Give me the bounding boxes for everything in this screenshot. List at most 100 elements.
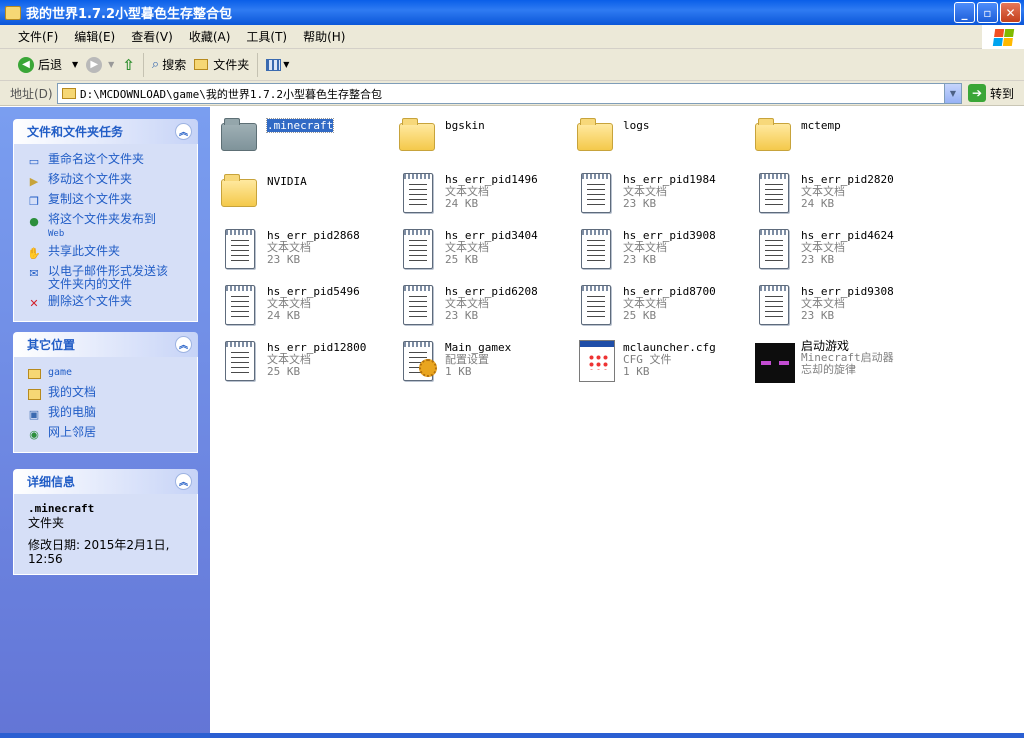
place-label: 我的电脑	[48, 405, 97, 419]
file-text: bgskin	[445, 113, 485, 132]
back-arrow-icon: ◀	[18, 56, 34, 73]
task-label-web: Web	[48, 229, 65, 239]
other-places-body: game 我的文档 ▣ 我的电脑 ◉ 网上邻居	[13, 357, 198, 453]
file-size: 25 KB	[445, 253, 479, 266]
task-rename[interactable]: ▭ 重命名这个文件夹	[26, 153, 189, 169]
file-item[interactable]: Main_gamex 配置设置 1 KB	[395, 337, 573, 393]
place-my-computer[interactable]: ▣ 我的电脑	[26, 406, 189, 422]
file-item[interactable]: 启动游戏 Minecraft启动器 忘却的旋律	[751, 337, 929, 393]
file-item[interactable]: hs_err_pid4624 文本文档 23 KB	[751, 225, 929, 281]
collapse-icon[interactable]: ︽	[175, 123, 192, 140]
file-item[interactable]: NVIDIA	[217, 169, 395, 225]
place-label: 我的文档	[48, 385, 97, 399]
place-network[interactable]: ◉ 网上邻居	[26, 426, 189, 442]
address-label: 地址(D)	[10, 86, 53, 101]
minimize-button[interactable]: _	[954, 2, 975, 23]
forward-button[interactable]: ▶ ▼	[82, 51, 118, 79]
email-icon: ✉	[29, 266, 39, 280]
window-title: 我的世界1.7.2小型暮色生存整合包	[26, 7, 233, 22]
menu-view[interactable]: 查看(V)	[123, 28, 181, 45]
file-size: 23 KB	[267, 253, 301, 266]
place-game[interactable]: game	[26, 366, 189, 382]
file-item[interactable]: hs_err_pid2868 文本文档 23 KB	[217, 225, 395, 281]
maximize-button[interactable]: ▫	[977, 2, 998, 23]
details-type: 文件夹	[28, 516, 65, 530]
file-tasks-header[interactable]: 文件和文件夹任务 ︽	[13, 119, 198, 144]
task-move[interactable]: ▶ 移动这个文件夹	[26, 173, 189, 189]
file-item[interactable]: hs_err_pid8700 文本文档 25 KB	[573, 281, 751, 337]
file-item[interactable]: hs_err_pid3908 文本文档 23 KB	[573, 225, 751, 281]
file-size: 1 KB	[623, 365, 650, 378]
folder-icon	[395, 113, 439, 161]
file-item[interactable]: hs_err_pid1984 文本文档 23 KB	[573, 169, 751, 225]
text-file-icon	[217, 281, 261, 329]
text-file-icon	[395, 281, 439, 329]
file-size: 24 KB	[445, 197, 479, 210]
file-list[interactable]: .minecraft bgskin logs mctemp NVIDIA hs_…	[210, 107, 1024, 733]
file-size: 25 KB	[267, 365, 301, 378]
file-item[interactable]: mclauncher.cfg CFG 文件 1 KB	[573, 337, 751, 393]
back-dropdown-icon[interactable]: ▼	[72, 60, 78, 69]
title-bar[interactable]: 我的世界1.7.2小型暮色生存整合包 _ ▫ ✕	[0, 0, 1024, 25]
menu-tools[interactable]: 工具(T)	[238, 28, 295, 45]
file-text: hs_err_pid2820 文本文档 24 KB	[801, 169, 894, 210]
file-size: 23 KB	[801, 309, 835, 322]
forward-arrow-icon: ▶	[86, 56, 103, 73]
file-item[interactable]: hs_err_pid6208 文本文档 23 KB	[395, 281, 573, 337]
file-size: 24 KB	[801, 197, 835, 210]
move-icon: ▶	[29, 174, 39, 188]
file-size: 23 KB	[623, 197, 657, 210]
file-item[interactable]: hs_err_pid1496 文本文档 24 KB	[395, 169, 573, 225]
address-dropdown-icon[interactable]: ▼	[944, 84, 961, 103]
file-item[interactable]: hs_err_pid5496 文本文档 24 KB	[217, 281, 395, 337]
file-name: .minecraft	[265, 118, 335, 133]
go-button[interactable]: ➔ 转到	[968, 84, 1014, 102]
other-places-header[interactable]: 其它位置 ︽	[13, 332, 198, 357]
address-input[interactable]: D:\MCDOWNLOAD\game\我的世界1.7.2小型暮色生存整合包 ▼	[57, 83, 962, 104]
file-text: mctemp	[801, 113, 841, 132]
go-arrow-icon: ➔	[968, 84, 986, 102]
text-file-icon	[573, 225, 617, 273]
collapse-icon[interactable]: ︽	[175, 336, 192, 353]
back-button[interactable]: ◀ 后退 ▼	[14, 51, 82, 79]
task-label: 重命名这个文件夹	[48, 152, 145, 166]
close-button[interactable]: ✕	[1000, 2, 1021, 23]
forward-dropdown-icon[interactable]: ▼	[108, 60, 114, 69]
collapse-icon[interactable]: ︽	[175, 473, 192, 490]
up-folder-button[interactable]: ⇧	[118, 51, 139, 79]
file-text: hs_err_pid8700 文本文档 25 KB	[623, 281, 716, 322]
file-item[interactable]: logs	[573, 113, 751, 169]
file-item[interactable]: hs_err_pid3404 文本文档 25 KB	[395, 225, 573, 281]
address-bar: 地址(D) D:\MCDOWNLOAD\game\我的世界1.7.2小型暮色生存…	[0, 81, 1024, 106]
search-button[interactable]: ⌕ 搜索	[148, 51, 190, 79]
task-share[interactable]: ✋ 共享此文件夹	[26, 245, 189, 261]
file-item[interactable]: hs_err_pid9308 文本文档 23 KB	[751, 281, 929, 337]
folders-button[interactable]: 文件夹	[190, 51, 253, 79]
file-item[interactable]: hs_err_pid2820 文本文档 24 KB	[751, 169, 929, 225]
folder-icon	[62, 88, 76, 99]
text-file-icon	[395, 169, 439, 217]
file-text: hs_err_pid1984 文本文档 23 KB	[623, 169, 716, 210]
menu-help[interactable]: 帮助(H)	[295, 28, 353, 45]
menu-favorites[interactable]: 收藏(A)	[181, 28, 239, 45]
file-item[interactable]: .minecraft	[217, 113, 395, 169]
place-my-documents[interactable]: 我的文档	[26, 386, 189, 402]
task-email[interactable]: ✉ 以电子邮件形式发送该 文件夹内的文件	[26, 265, 189, 291]
file-text: hs_err_pid6208 文本文档 23 KB	[445, 281, 538, 322]
file-item[interactable]: bgskin	[395, 113, 573, 169]
views-button[interactable]: ▼	[262, 51, 293, 79]
menu-edit[interactable]: 编辑(E)	[66, 28, 123, 45]
search-icon: ⌕	[151, 57, 160, 72]
file-item[interactable]: hs_err_pid12800 文本文档 25 KB	[217, 337, 395, 393]
details-name: .minecraft	[28, 502, 95, 515]
file-text: mclauncher.cfg CFG 文件 1 KB	[623, 337, 716, 378]
folder-icon	[217, 113, 261, 161]
file-item[interactable]: mctemp	[751, 113, 929, 169]
task-publish-web[interactable]: ● 将这个文件夹发布到 Web	[26, 213, 189, 241]
details-header[interactable]: 详细信息 ︽	[13, 469, 198, 494]
toolbar-separator	[142, 52, 144, 77]
task-copy[interactable]: ❐ 复制这个文件夹	[26, 193, 189, 209]
details-body: .minecraft 文件夹 修改日期: 2015年2月1日, 12:56	[13, 494, 198, 575]
task-delete[interactable]: ✕ 删除这个文件夹	[26, 295, 189, 311]
menu-file[interactable]: 文件(F)	[0, 28, 66, 45]
